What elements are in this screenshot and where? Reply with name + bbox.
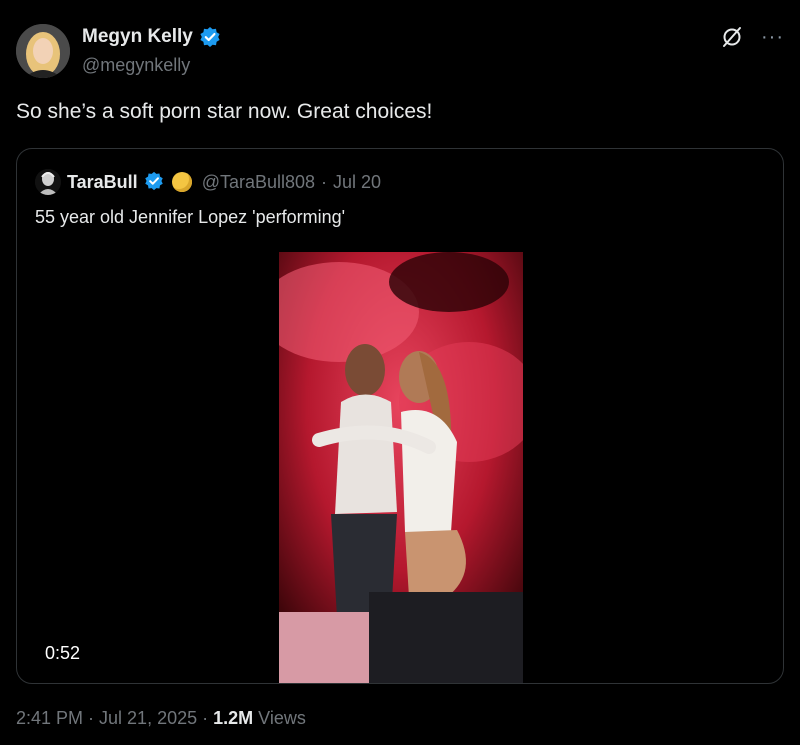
quoted-post-text: 55 year old Jennifer Lopez 'performing' (35, 207, 346, 227)
verified-badge-icon (199, 26, 221, 48)
grok-icon[interactable] (721, 26, 743, 48)
views-count[interactable]: 1.2M (213, 708, 253, 728)
more-icon[interactable]: ··· (761, 27, 784, 47)
quoted-author-name[interactable]: TaraBull (67, 172, 138, 193)
verified-badge-icon (144, 171, 166, 193)
post-actions: ··· (721, 26, 784, 48)
post-timestamp[interactable]: 2:41 PM · Jul 21, 2025 · (16, 708, 213, 728)
quoted-post-card[interactable]: TaraBull @TaraBull808 · Jul 20 55 year o… (16, 148, 784, 684)
video-duration: 0:52 (45, 643, 81, 663)
date-separator: · (321, 171, 328, 192)
quoted-author-avatar[interactable] (35, 169, 61, 195)
video-player[interactable] (279, 252, 523, 683)
quoted-post-header: TaraBull @TaraBull808 · Jul 20 (35, 169, 381, 195)
quoted-post-date[interactable]: Jul 20 (333, 172, 381, 193)
author-name[interactable]: Megyn Kelly (82, 26, 193, 48)
author-avatar[interactable] (16, 24, 70, 78)
author-name-row[interactable]: Megyn Kelly (82, 26, 221, 48)
quoted-author-handle[interactable]: @TaraBull808 (202, 172, 315, 193)
author-handle[interactable]: @megynkelly (82, 55, 190, 76)
yellow-circle-emoji-icon (171, 172, 192, 192)
views-label: Views (253, 708, 306, 728)
post-metadata: 2:41 PM · Jul 21, 2025 · 1.2M Views (16, 708, 306, 729)
post-text: So she’s a soft porn star now. Great cho… (16, 100, 433, 123)
video-frame (279, 252, 523, 683)
